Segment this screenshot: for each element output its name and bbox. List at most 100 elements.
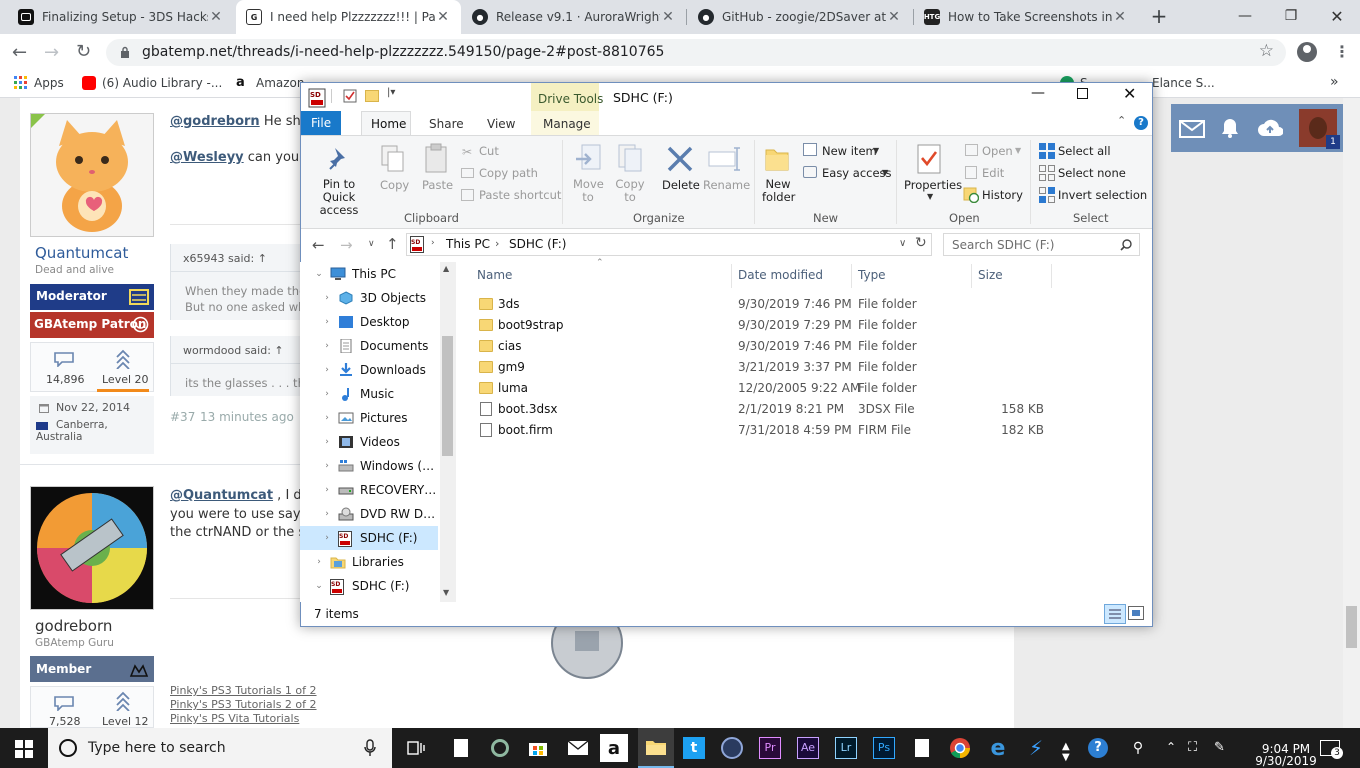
nav-item[interactable]: › Libraries [300,550,438,574]
back-nav-icon[interactable]: ← [312,236,325,254]
address-bar[interactable]: gbatemp.net/threads/i-need-help-plzzzzzz… [106,39,1286,66]
copy-path-button[interactable]: Copy path [479,166,538,180]
chevron-right-icon[interactable]: › [320,293,334,303]
chevron-down-icon[interactable]: ⌄ [312,269,326,279]
premiere-pro-icon[interactable]: Pr [754,732,786,764]
forward-nav-icon[interactable]: → [340,236,353,254]
notification-bell-icon[interactable] [1219,117,1241,139]
taskbar-scroll-icon[interactable]: ▲ ▼ [1062,741,1070,763]
profile-avatar[interactable] [1297,42,1317,62]
refresh-icon[interactable]: ↻ [915,235,927,251]
scroll-up-icon[interactable]: ▲ [443,264,449,273]
address-dropdown-icon[interactable]: ∨ [899,238,906,249]
close-tab-icon[interactable]: ✕ [208,9,224,25]
amazon-app-icon[interactable]: a [600,734,628,762]
nav-item[interactable]: › Music [300,382,438,406]
open-button[interactable]: Open [982,144,1013,158]
home-tab[interactable]: Home [361,111,411,136]
bookmark-elance[interactable]: Elance S... [1152,76,1215,90]
page-scrollbar[interactable] [1343,98,1360,728]
nav-item[interactable]: › Pictures [300,406,438,430]
clock-date[interactable]: 9/30/2019 [1246,754,1326,768]
file-row[interactable]: boot9strap 9/30/2019 7:29 PM File folder [474,315,1094,336]
document-app-icon[interactable] [906,732,938,764]
nav-item[interactable]: ⌄ This PC [300,262,438,286]
paste-button[interactable]: Paste [422,178,453,192]
lightning-app-icon[interactable]: ⚡ [1020,732,1052,764]
chevron-right-icon[interactable]: › [320,461,334,471]
browser-tab[interactable]: ● Release v9.1 · AuroraWright/Lu ✕ [462,0,686,34]
chevron-right-icon[interactable]: › [320,317,334,327]
lightroom-icon[interactable]: Lr [830,732,862,764]
file-row[interactable]: 3ds 9/30/2019 7:46 PM File folder [474,294,1094,315]
history-button[interactable]: History [982,188,1023,202]
copy-to-button[interactable]: Copy to [615,178,645,204]
post-number[interactable]: #37 [170,410,195,424]
nav-item[interactable]: › Desktop [300,310,438,334]
rename-button[interactable]: Rename [703,178,750,192]
chevron-right-icon[interactable]: › [320,341,334,351]
file-row[interactable]: luma 12/20/2005 9:22 AM File folder [474,378,1094,399]
nav-item[interactable]: › Downloads [300,358,438,382]
webcam-app-icon[interactable] [484,732,516,764]
details-view-button[interactable] [1104,604,1126,624]
cut-button[interactable]: Cut [479,144,499,158]
chevron-right-icon[interactable]: › [320,533,334,543]
task-view-icon[interactable] [400,732,432,764]
nav-item[interactable]: › 3D Objects [300,286,438,310]
post-username[interactable]: godreborn [35,617,112,635]
scroll-down-icon[interactable]: ▼ [443,588,449,597]
new-folder-quick-icon[interactable] [365,90,379,102]
column-header-date[interactable]: Date modified [738,268,823,282]
file-row[interactable]: boot.firm 7/31/2018 4:59 PM FIRM File 182 K… [474,420,1094,441]
nav-item[interactable]: › DVD RW Drive [300,502,438,526]
address-breadcrumb-bar[interactable]: SD › This PC › SDHC (F:) ∨ ↻ [406,233,932,256]
bookmarks-overflow-button[interactable]: » [1330,74,1339,90]
bookmark-apps[interactable]: Apps [14,76,64,90]
manage-tab[interactable]: Manage [531,111,599,135]
signature-link[interactable]: Pinky's PS3 Tutorials 2 of 2 [170,698,317,711]
close-tab-icon[interactable]: ✕ [1112,9,1128,25]
windows-start-icon[interactable] [15,740,33,758]
signature-link[interactable]: Pinky's PS Vita Tutorials [170,712,299,725]
breadcrumb-item[interactable]: SDHC (F:) [509,237,566,251]
nav-item[interactable]: ⌄ SD SDHC (F:) [300,574,438,598]
bookmark-audio-library[interactable]: (6) Audio Library -... [82,76,222,90]
close-icon[interactable]: ✕ [1123,84,1136,103]
file-row[interactable]: boot.3dsx 2/1/2019 8:21 PM 3DSX File 158 KB [474,399,1094,420]
twitter-icon[interactable]: t [678,732,710,764]
breadcrumb-item[interactable]: This PC [446,237,490,251]
nav-scrollbar[interactable]: ▲ ▼ [440,262,455,602]
chevron-right-icon[interactable]: › [320,389,334,399]
chrome-menu-icon[interactable]: ⋮ [1334,42,1350,61]
mention-link[interactable]: @godreborn [170,114,260,129]
nav-item[interactable]: › SD SDHC (F:) [300,526,438,550]
chrome-icon[interactable] [944,732,976,764]
quote-author[interactable]: x65943 said: ↑ [183,252,267,265]
column-header-type[interactable]: Type [858,268,886,282]
clock-time[interactable]: 9:04 PM [1246,742,1326,756]
copy-button[interactable]: Copy [380,178,409,192]
edit-button[interactable]: Edit [982,166,1004,180]
help-icon[interactable]: ? [1134,116,1148,130]
people-icon[interactable]: ⚲ [1122,732,1154,764]
file-row[interactable]: cias 9/30/2019 7:46 PM File folder [474,336,1094,357]
action-center-icon[interactable]: 3 [1320,740,1343,759]
close-tab-icon[interactable]: ✕ [886,9,902,25]
delete-button[interactable]: Delete [662,178,700,192]
avatar[interactable] [30,486,154,610]
large-icons-view-button[interactable] [1128,606,1144,620]
minimize-window-icon[interactable]: — [1222,0,1268,32]
select-none-button[interactable]: Select none [1058,166,1126,180]
post-username[interactable]: Quantumcat [35,244,128,262]
chevron-down-icon[interactable]: ⌄ [312,581,326,591]
recent-locations-icon[interactable]: ∨ [368,239,375,249]
column-header-size[interactable]: Size [978,268,1003,282]
file-row[interactable]: gm9 3/21/2019 3:37 PM File folder [474,357,1094,378]
mail-app-icon[interactable] [562,732,594,764]
file-explorer-taskbar-icon[interactable] [638,728,674,768]
close-tab-icon[interactable]: ✕ [435,9,451,25]
new-folder-button[interactable]: New folder [762,178,795,204]
avatar[interactable] [30,113,154,237]
notepad-icon[interactable] [445,732,477,764]
